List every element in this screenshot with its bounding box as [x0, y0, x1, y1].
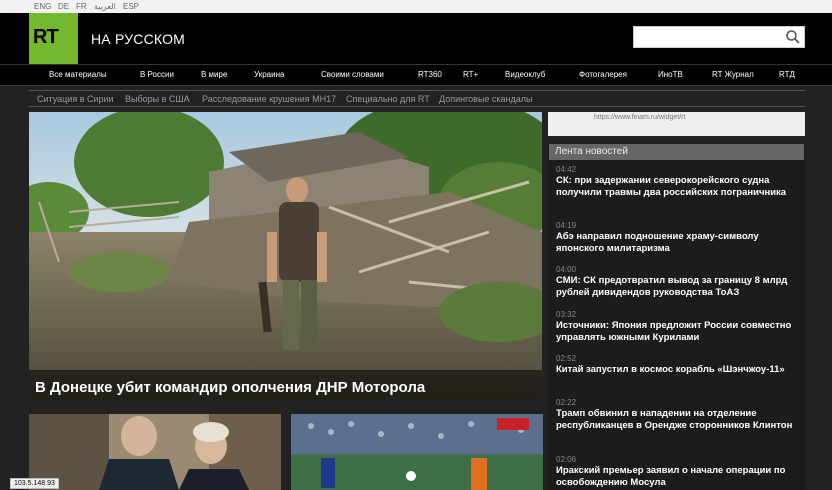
news-time: 04:00: [556, 265, 577, 274]
news-headline[interactable]: СМИ: СК предотвратил вывод за границу 8 …: [556, 275, 801, 299]
nav-rtplus[interactable]: RT+: [463, 70, 478, 79]
nav-rtd[interactable]: RTД: [779, 70, 795, 79]
language-bar: ENG DE FR العربية ESP: [0, 0, 832, 13]
nav-videoclub[interactable]: Видеоклуб: [505, 70, 545, 79]
news-time: 02:06: [556, 455, 577, 464]
nav-photogallery[interactable]: Фотогалерея: [579, 70, 627, 79]
story-thumb-football[interactable]: [291, 414, 543, 490]
site-title[interactable]: НА РУССКОМ: [91, 31, 185, 47]
news-item[interactable]: 04:19 Абэ направил подношение храму-симв…: [556, 221, 801, 255]
subnav-syria[interactable]: Ситуация в Сирии: [37, 94, 114, 104]
subnav-mh17[interactable]: Расследование крушения MH17: [202, 94, 336, 104]
news-item[interactable]: 04:42 СК: при задержании северокорейског…: [556, 165, 801, 199]
hero-caption: В Донецке убит командир ополчения ДНР Мо…: [29, 370, 542, 402]
nav-rt-journal[interactable]: RT Журнал: [712, 70, 754, 79]
news-time: 04:42: [556, 165, 577, 174]
widget-url[interactable]: https://www.finam.ru/widget/rt: [594, 114, 685, 121]
lang-fr[interactable]: FR: [76, 2, 87, 11]
news-item[interactable]: 02:52 Китай запустил в космос корабль «Ш…: [556, 354, 801, 376]
news-item[interactable]: 04:00 СМИ: СК предотвратил вывод за гран…: [556, 265, 801, 299]
feed-header: Лента новостей: [549, 144, 804, 160]
news-feed: Лента новостей 04:42 СК: при задержании …: [548, 143, 805, 490]
news-headline[interactable]: СК: при задержании северокорейского судн…: [556, 175, 801, 199]
football-image: [291, 414, 543, 490]
hero-image: [29, 112, 542, 402]
subnav-us-elections[interactable]: Выборы в США: [125, 94, 190, 104]
nav-inotv[interactable]: ИноТВ: [658, 70, 683, 79]
nav-all[interactable]: Все материалы: [49, 70, 107, 79]
hero-story[interactable]: В Донецке убит командир ополчения ДНР Мо…: [29, 112, 542, 402]
news-headline[interactable]: Трамп обвинил в нападении на отделение р…: [556, 408, 801, 432]
news-item[interactable]: 02:06 Иракский премьер заявил о начале о…: [556, 455, 801, 489]
lang-ar[interactable]: العربية: [94, 2, 116, 11]
lang-de[interactable]: DE: [58, 2, 69, 11]
nav-world[interactable]: В мире: [201, 70, 227, 79]
subnav-special[interactable]: Специально для RT: [346, 94, 430, 104]
news-headline[interactable]: Источники: Япония предложит России совме…: [556, 320, 801, 344]
nav-ukraine[interactable]: Украина: [254, 70, 284, 79]
feed-heading[interactable]: Лента новостей: [555, 146, 628, 157]
ip-address-label: 103.5.148.93: [10, 478, 59, 489]
news-headline[interactable]: Иракский премьер заявил о начале операци…: [556, 465, 801, 489]
subnav-doping[interactable]: Допинговые скандалы: [439, 94, 533, 104]
nav-russia[interactable]: В России: [140, 70, 174, 79]
news-item[interactable]: 02:22 Трамп обвинил в нападении на отдел…: [556, 398, 801, 432]
hero-title[interactable]: В Донецке убит командир ополчения ДНР Мо…: [35, 379, 425, 396]
news-headline[interactable]: Китай запустил в космос корабль «Шэнчжоу…: [556, 364, 801, 376]
news-time: 03:32: [556, 310, 577, 319]
main-nav: Все материалы В России В мире Украина Св…: [0, 64, 832, 86]
nav-rt360[interactable]: RT360: [418, 70, 442, 79]
lang-esp[interactable]: ESP: [123, 2, 139, 11]
sub-nav: Ситуация в Сирии Выборы в США Расследова…: [29, 91, 805, 107]
news-time: 04:19: [556, 221, 577, 230]
logo-text: RT: [33, 26, 59, 48]
diplomats-image: [29, 414, 281, 490]
rt-logo[interactable]: RT: [29, 13, 78, 64]
news-time: 02:22: [556, 398, 577, 407]
news-item[interactable]: 03:32 Источники: Япония предложит России…: [556, 310, 801, 344]
site-header: RT НА РУССКОМ: [0, 13, 832, 64]
news-headline[interactable]: Абэ направил подношение храму-символу яп…: [556, 231, 801, 255]
finam-widget[interactable]: https://www.finam.ru/widget/rt: [548, 112, 805, 136]
search-icon[interactable]: [785, 29, 801, 45]
news-time: 02:52: [556, 354, 577, 363]
story-thumb-diplomats[interactable]: [29, 414, 281, 490]
nav-opinion[interactable]: Своими словами: [321, 70, 384, 79]
lang-eng[interactable]: ENG: [34, 2, 51, 11]
search-input[interactable]: [633, 26, 805, 48]
